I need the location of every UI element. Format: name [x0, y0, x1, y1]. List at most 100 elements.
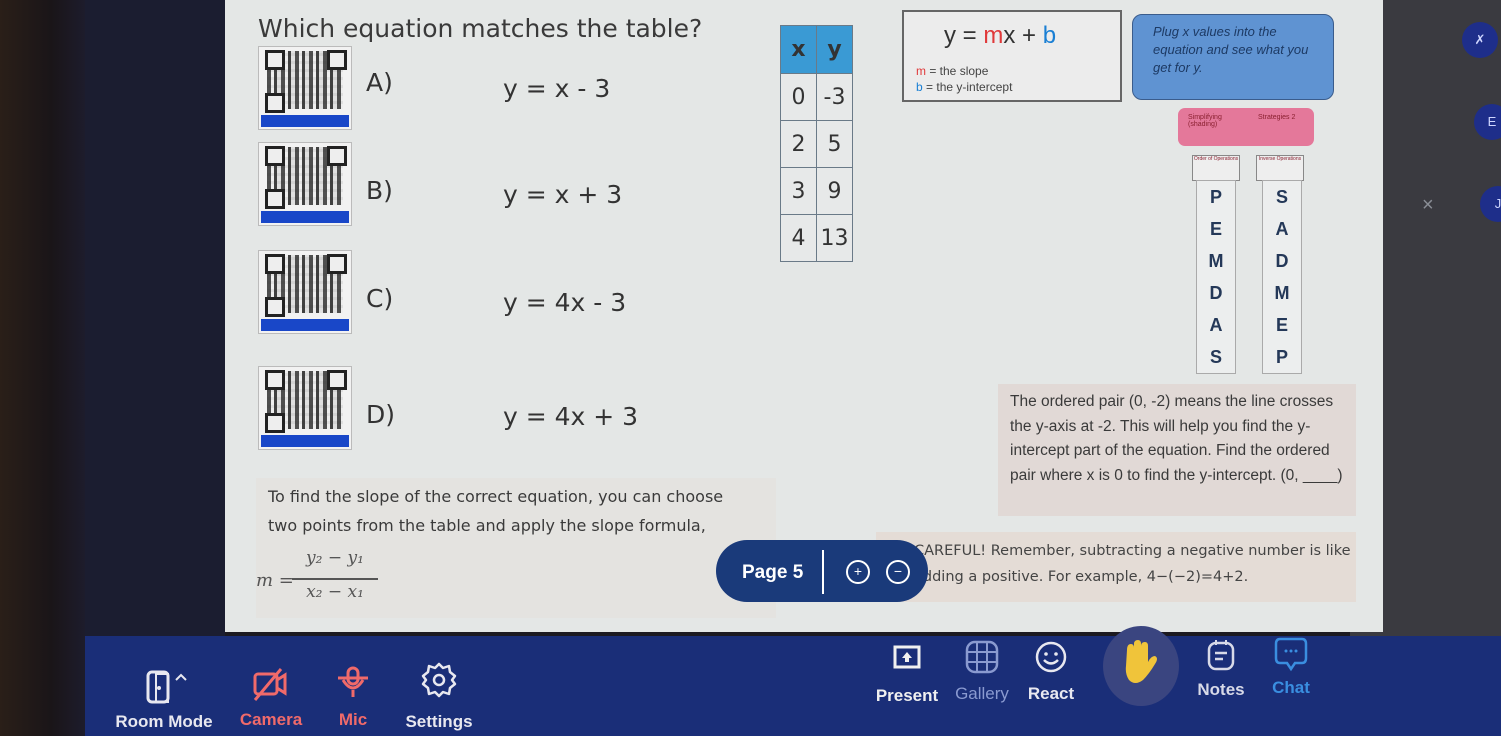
table-cell: 0 [780, 73, 817, 121]
pemdas-letter: A [1209, 315, 1223, 335]
option-equation: y = 4x + 3 [503, 402, 639, 431]
qr-code [258, 366, 352, 450]
careful-hint-text: CAREFUL! Remember, subtracting a negativ… [914, 543, 1351, 585]
divider [822, 550, 824, 594]
chat-bubble-icon [1274, 637, 1308, 672]
mic-label: Mic [338, 710, 368, 729]
notes-button[interactable]: Notes [1189, 638, 1253, 700]
question-title: Which equation matches the table? [258, 14, 703, 43]
option-equation: y = 4x - 3 [503, 288, 627, 317]
option-equation: y = x - 3 [503, 74, 611, 103]
table-row: 39 [780, 167, 853, 215]
zoom-in-button[interactable]: + [846, 560, 870, 584]
table-header-y: y [816, 25, 853, 74]
room-mode-label: Room Mode [115, 712, 213, 731]
table-row: 25 [780, 120, 853, 168]
present-label: Present [875, 686, 939, 705]
pemdas-column: P E M D A S [1196, 180, 1236, 374]
hint-callout: Plug x values into the equation and see … [1132, 14, 1334, 100]
side-tool-button-3[interactable]: J [1480, 186, 1501, 222]
careful-hint-box: CAREFUL! Remember, subtracting a negativ… [876, 532, 1356, 602]
intercept-definition: b = the y-intercept [916, 80, 1013, 94]
table-cell: 4 [780, 214, 817, 262]
camera-button[interactable]: Camera [231, 666, 311, 730]
page-indicator: Page 5 [742, 562, 804, 583]
hint-text: Plug x values into the equation and see … [1153, 24, 1309, 75]
device-bezel-left [0, 0, 85, 736]
option-b[interactable]: B) y = x + 3 [258, 142, 678, 242]
present-icon [893, 645, 921, 669]
sadmep-letter: P [1275, 347, 1288, 367]
react-button[interactable]: React [1019, 640, 1083, 704]
strategy-left: Simplifying (shading) [1188, 114, 1222, 128]
notes-icon [1207, 640, 1235, 671]
notes-label: Notes [1197, 680, 1245, 699]
option-letter: C) [366, 284, 394, 313]
gallery-grid-icon [965, 640, 999, 674]
close-icon[interactable]: × [1422, 194, 1434, 217]
slope-hint-line-1: To find the slope of the correct equatio… [268, 487, 724, 506]
pemdas-letter: D [1209, 283, 1223, 303]
settings-button[interactable]: Settings [389, 660, 489, 732]
screen-margin-left [85, 0, 225, 640]
raised-hand-icon [1125, 640, 1157, 683]
pemdas-letter: S [1209, 347, 1222, 367]
slope-definition: m = the slope [916, 64, 989, 78]
side-tool-button-1[interactable]: ✗ [1462, 22, 1498, 58]
y-intercept-hint-box: The ordered pair (0, -2) means the line … [998, 384, 1356, 516]
room-mode-button[interactable]: Room Mode [99, 670, 229, 732]
zoom-out-button[interactable]: − [886, 560, 910, 584]
table-row: 4 13 [780, 214, 853, 262]
sadmep-letter: M [1274, 283, 1290, 303]
sadmep-column: S A D M E P [1262, 180, 1302, 374]
camera-label: Camera [239, 710, 303, 729]
inverse-operations-header: Inverse Operations [1256, 155, 1304, 181]
option-d[interactable]: D) y = 4x + 3 [258, 366, 678, 466]
gallery-label: Gallery [955, 684, 1009, 703]
chat-button[interactable]: Chat [1261, 636, 1321, 698]
table-cell: 2 [780, 120, 817, 168]
order-of-operations-header: Order of Operations [1192, 155, 1240, 181]
strategy-right: Strategies 2 [1258, 114, 1296, 121]
table-header-x: x [780, 25, 817, 74]
option-letter: B) [366, 176, 393, 205]
table-cell: 5 [816, 120, 853, 168]
y-intercept-hint-text: The ordered pair (0, -2) means the line … [1010, 393, 1343, 484]
slope-hint-line-2: two points from the table and apply the … [268, 516, 706, 535]
sadmep-letter: E [1275, 315, 1288, 335]
table-row: 0 -3 [780, 73, 853, 121]
raise-hand-button[interactable] [1103, 626, 1179, 706]
slope-intercept-formula-box: y = mx + b m = the slope b = the y-inter… [902, 10, 1122, 102]
option-a[interactable]: A) y = x - 3 [258, 46, 678, 146]
gallery-button[interactable]: Gallery [947, 640, 1017, 704]
xy-table: x y 0 -3 25 39 4 13 [780, 25, 853, 262]
strategy-box: Simplifying (shading) Strategies 2 [1178, 108, 1314, 146]
chat-label: Chat [1272, 678, 1310, 697]
option-equation: y = x + 3 [503, 180, 623, 209]
table-cell: 3 [780, 167, 817, 215]
present-button[interactable]: Present [867, 644, 947, 706]
mic-button[interactable]: Mic [325, 664, 381, 730]
slope-intercept-formula: y = mx + b [944, 22, 1057, 49]
smiley-icon [1035, 641, 1067, 673]
camera-off-icon [253, 668, 287, 701]
table-cell: 9 [816, 167, 853, 215]
pemdas-letter: P [1209, 187, 1222, 207]
sadmep-letter: A [1275, 219, 1289, 239]
option-letter: A) [366, 68, 393, 97]
pemdas-letter: E [1209, 219, 1222, 239]
slope-hint-box: To find the slope of the correct equatio… [256, 478, 776, 618]
page-controls: Page 5 + − [716, 540, 928, 602]
mic-off-icon [338, 666, 368, 697]
table-cell: -3 [816, 73, 853, 121]
side-tool-button-2[interactable]: E [1474, 104, 1501, 140]
pemdas-letter: M [1208, 251, 1224, 271]
meeting-toolbar: Room Mode Camera Mic Settings Present Ga… [85, 626, 1501, 736]
gear-icon [421, 662, 457, 698]
settings-label: Settings [405, 712, 473, 731]
react-label: React [1027, 684, 1075, 703]
option-c[interactable]: C) y = 4x - 3 [258, 250, 678, 350]
door-icon [146, 670, 187, 704]
qr-code [258, 46, 352, 130]
sadmep-letter: D [1275, 251, 1289, 271]
